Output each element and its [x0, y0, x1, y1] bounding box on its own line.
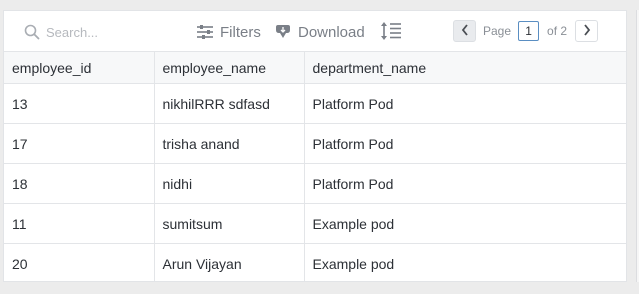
- cell-employee-name: nikhilRRR sdfasd: [154, 83, 305, 124]
- next-page-button[interactable]: [575, 20, 599, 42]
- search-box[interactable]: [24, 23, 156, 41]
- cell-department-name: Example pod: [304, 243, 626, 281]
- page-count-label: of 2: [547, 24, 568, 38]
- cell-department-name: Platform Pod: [304, 123, 626, 164]
- chevron-left-icon: [461, 23, 469, 39]
- column-header-employee-id[interactable]: employee_id: [4, 51, 155, 84]
- chevron-right-icon: [583, 23, 591, 39]
- table-header-row: employee_id employee_name department_nam…: [4, 51, 626, 84]
- column-header-employee-name[interactable]: employee_name: [154, 51, 305, 84]
- page-number-input[interactable]: [518, 21, 540, 41]
- download-icon: [274, 24, 292, 40]
- page-label: Page: [483, 24, 512, 38]
- cell-employee-id: 11: [4, 203, 155, 244]
- cell-employee-id: 17: [4, 123, 155, 164]
- table-row[interactable]: 17 trisha anand Platform Pod: [4, 123, 626, 164]
- filters-label: Filters: [220, 23, 261, 41]
- column-header-department-name[interactable]: department_name: [304, 51, 626, 84]
- search-input[interactable]: [46, 24, 156, 40]
- data-table: employee_id employee_name department_nam…: [4, 51, 626, 281]
- cell-employee-name: nidhi: [154, 163, 305, 204]
- cell-employee-id: 20: [4, 243, 155, 281]
- row-density-icon: [380, 21, 402, 41]
- cell-employee-name: trisha anand: [154, 123, 305, 164]
- cell-employee-id: 18: [4, 163, 155, 204]
- download-label: Download: [298, 23, 365, 41]
- download-button[interactable]: Download: [274, 22, 365, 42]
- previous-page-button[interactable]: [453, 20, 476, 42]
- table-row[interactable]: 18 nidhi Platform Pod: [4, 163, 626, 204]
- table-row[interactable]: 13 nikhilRRR sdfasd Platform Pod: [4, 83, 626, 124]
- table-widget: Filters Download: [3, 10, 627, 282]
- row-density-button[interactable]: [380, 21, 402, 41]
- filters-button[interactable]: Filters: [196, 22, 261, 42]
- cell-department-name: Example pod: [304, 203, 626, 244]
- table-row[interactable]: 11 sumitsum Example pod: [4, 203, 626, 244]
- search-icon: [24, 24, 40, 40]
- cell-employee-id: 13: [4, 83, 155, 124]
- table-row[interactable]: 20 Arun Vijayan Example pod: [4, 243, 626, 281]
- pagination: Page of 2: [453, 20, 599, 42]
- cell-employee-name: sumitsum: [154, 203, 305, 244]
- cell-employee-name: Arun Vijayan: [154, 243, 305, 281]
- cell-department-name: Platform Pod: [304, 163, 626, 204]
- table-toolbar: Filters Download: [4, 11, 626, 51]
- cell-department-name: Platform Pod: [304, 83, 626, 124]
- filter-icon: [196, 25, 214, 39]
